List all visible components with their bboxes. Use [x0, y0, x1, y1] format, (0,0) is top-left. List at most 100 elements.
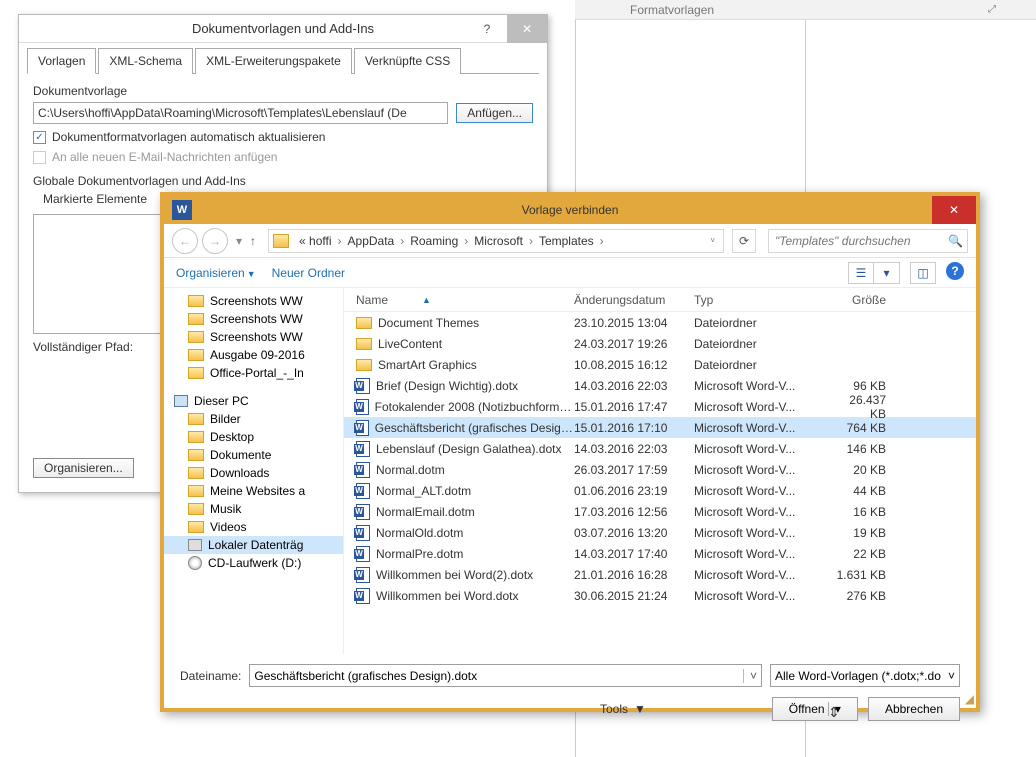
- nav-pc-item[interactable]: Downloads: [164, 464, 343, 482]
- breadcrumb-seg[interactable]: Microsoft: [470, 234, 527, 248]
- cancel-button[interactable]: Abbrechen: [868, 697, 960, 721]
- file-row[interactable]: Document Themes23.10.2015 13:04Dateiordn…: [344, 312, 976, 333]
- breadcrumb[interactable]: « hoffi› AppData› Roaming› Microsoft› Te…: [268, 229, 724, 253]
- dialog-titlebar[interactable]: Dokumentvorlagen und Add-Ins ? ✕: [19, 15, 547, 43]
- file-row[interactable]: Normal.dotm26.03.2017 17:59Microsoft Wor…: [344, 459, 976, 480]
- file-dialog-titlebar[interactable]: W Vorlage verbinden ✕: [164, 196, 976, 224]
- nav-pc-item[interactable]: CD-Laufwerk (D:): [164, 554, 343, 572]
- file-type: Dateiordner: [694, 316, 834, 330]
- breadcrumb-seg[interactable]: Templates: [535, 234, 598, 248]
- col-date[interactable]: Änderungsdatum: [574, 293, 694, 307]
- close-button[interactable]: ✕: [932, 196, 976, 224]
- file-row[interactable]: Willkommen bei Word(2).dotx21.01.2016 16…: [344, 564, 976, 585]
- file-row[interactable]: Normal_ALT.dotm01.06.2016 23:19Microsoft…: [344, 480, 976, 501]
- col-type[interactable]: Typ: [694, 293, 834, 307]
- new-folder-button[interactable]: Neuer Ordner: [272, 266, 345, 280]
- nav-pc-item[interactable]: Musik: [164, 500, 343, 518]
- file-row[interactable]: Willkommen bei Word.dotx30.06.2015 21:24…: [344, 585, 976, 606]
- file-row[interactable]: NormalPre.dotm14.03.2017 17:40Microsoft …: [344, 543, 976, 564]
- file-list-pane: Name▲ Änderungsdatum Typ Größe Document …: [344, 288, 976, 654]
- nav-fav-item[interactable]: Ausgabe 09-2016: [164, 346, 343, 364]
- tab-xml-schema[interactable]: XML-Schema: [98, 48, 193, 74]
- back-button[interactable]: ←: [172, 228, 198, 254]
- auto-update-checkbox-row[interactable]: ✓ Dokumentformatvorlagen automatisch akt…: [33, 130, 533, 144]
- tab-xml-erweiterung[interactable]: XML-Erweiterungspakete: [195, 48, 352, 74]
- word-doc-icon: [356, 462, 370, 478]
- nav-fav-item[interactable]: Screenshots WW: [164, 328, 343, 346]
- template-path-input[interactable]: [33, 102, 448, 124]
- file-row[interactable]: SmartArt Graphics10.08.2015 16:12Dateior…: [344, 354, 976, 375]
- this-pc-node[interactable]: Dieser PC: [164, 392, 343, 410]
- file-row[interactable]: LiveContent24.03.2017 19:26Dateiordner: [344, 333, 976, 354]
- search-box[interactable]: 🔍: [768, 229, 968, 253]
- file-name: NormalPre.dotm: [376, 547, 463, 561]
- file-size: 19 KB: [834, 526, 904, 540]
- ribbon-expander-icon[interactable]: ⤢: [988, 4, 996, 15]
- col-size[interactable]: Größe: [834, 293, 904, 307]
- breadcrumb-seg[interactable]: AppData: [344, 234, 399, 248]
- up-button[interactable]: ↑: [250, 234, 256, 248]
- file-date: 23.10.2015 13:04: [574, 316, 694, 330]
- sort-asc-icon: ▲: [422, 295, 431, 305]
- close-button[interactable]: ✕: [507, 15, 547, 43]
- forward-button[interactable]: →: [202, 228, 228, 254]
- open-button[interactable]: Öffnen ▾: [772, 697, 858, 721]
- folder-icon: [273, 234, 289, 248]
- search-input[interactable]: [773, 233, 942, 249]
- file-row[interactable]: Fotokalender 2008 (Notizbuchformat für .…: [344, 396, 976, 417]
- refresh-button[interactable]: ⟳: [732, 229, 756, 253]
- file-size: 16 KB: [834, 505, 904, 519]
- tools-menu[interactable]: Tools ▼: [600, 702, 646, 716]
- file-name: NormalOld.dotm: [376, 526, 463, 540]
- view-dropdown-icon[interactable]: ▾: [874, 262, 900, 284]
- nav-pc-item[interactable]: Lokaler Datenträg: [164, 536, 343, 554]
- nav-pc-item[interactable]: Bilder: [164, 410, 343, 428]
- file-date: 01.06.2016 23:19: [574, 484, 694, 498]
- tab-vorlagen[interactable]: Vorlagen: [27, 48, 96, 74]
- chevron-down-icon[interactable]: ˅: [948, 669, 955, 683]
- word-doc-icon: [356, 399, 369, 415]
- dialog-tabs: Vorlagen XML-Schema XML-Erweiterungspake…: [27, 47, 539, 74]
- nav-fav-item[interactable]: Screenshots WW: [164, 292, 343, 310]
- resize-grip-icon[interactable]: ◢: [965, 692, 974, 706]
- preview-pane-icon[interactable]: ◫: [910, 262, 936, 284]
- organize-button[interactable]: Organisieren...: [33, 458, 134, 478]
- command-bar: Organisieren▼ Neuer Ordner ☰ ▾ ◫ ?: [164, 258, 976, 288]
- breadcrumb-dropdown-icon[interactable]: ˅: [710, 237, 715, 244]
- nav-pc-item[interactable]: Dokumente: [164, 446, 343, 464]
- file-date: 03.07.2016 13:20: [574, 526, 694, 540]
- view-details-icon[interactable]: ☰: [848, 262, 874, 284]
- file-row[interactable]: Lebenslauf (Design Galathea).dotx14.03.2…: [344, 438, 976, 459]
- nav-fav-item[interactable]: Screenshots WW: [164, 310, 343, 328]
- nav-fav-item[interactable]: Office-Portal_-_In: [164, 364, 343, 382]
- chevron-down-icon[interactable]: ˅: [743, 669, 757, 683]
- column-headers[interactable]: Name▲ Änderungsdatum Typ Größe: [344, 288, 976, 312]
- nav-pc-item[interactable]: Videos: [164, 518, 343, 536]
- file-row[interactable]: Geschäftsbericht (grafisches Design).dot…: [344, 417, 976, 438]
- nav-pc-item[interactable]: Desktop: [164, 428, 343, 446]
- help-button[interactable]: ?: [471, 15, 503, 43]
- breadcrumb-seg[interactable]: Roaming: [406, 234, 462, 248]
- file-type: Microsoft Word-V...: [694, 442, 834, 456]
- file-name: SmartArt Graphics: [378, 358, 477, 372]
- global-templates-list[interactable]: [33, 214, 163, 334]
- nav-pc-item[interactable]: Meine Websites a: [164, 482, 343, 500]
- breadcrumb-seg[interactable]: « hoffi: [295, 234, 335, 248]
- organize-menu[interactable]: Organisieren▼: [176, 266, 256, 280]
- attach-button[interactable]: Anfügen...: [456, 103, 533, 123]
- file-type: Microsoft Word-V...: [694, 379, 834, 393]
- file-type: Microsoft Word-V...: [694, 463, 834, 477]
- recent-dropdown-icon[interactable]: ▾: [236, 234, 242, 248]
- file-size: 26.437 KB: [834, 393, 904, 421]
- file-row[interactable]: NormalOld.dotm03.07.2016 13:20Microsoft …: [344, 522, 976, 543]
- help-icon[interactable]: ?: [946, 262, 964, 280]
- file-date: 26.03.2017 17:59: [574, 463, 694, 477]
- navigation-pane[interactable]: Screenshots WWScreenshots WWScreenshots …: [164, 288, 344, 654]
- filename-combo[interactable]: Geschäftsbericht (grafisches Design).dot…: [249, 664, 762, 687]
- view-switcher[interactable]: ☰ ▾: [848, 262, 900, 284]
- col-name[interactable]: Name▲: [344, 293, 574, 307]
- file-row[interactable]: NormalEmail.dotm17.03.2016 12:56Microsof…: [344, 501, 976, 522]
- file-name: LiveContent: [378, 337, 442, 351]
- file-type-filter[interactable]: Alle Word-Vorlagen (*.dotx;*.do ˅: [770, 664, 960, 687]
- tab-css[interactable]: Verknüpfte CSS: [354, 48, 461, 74]
